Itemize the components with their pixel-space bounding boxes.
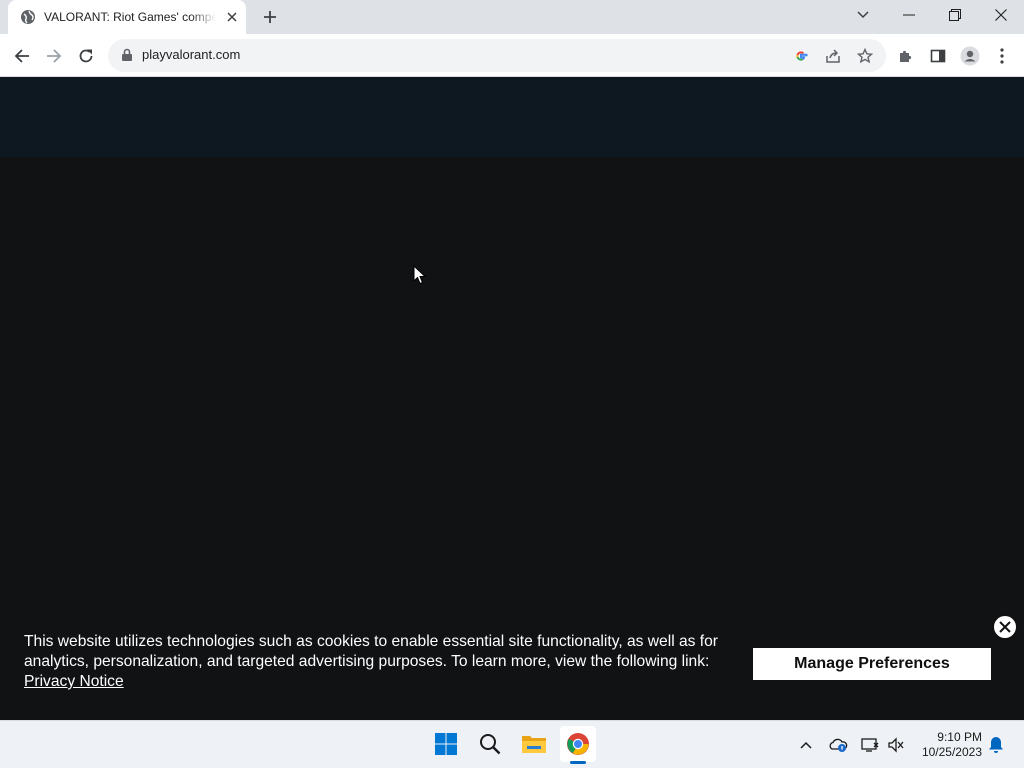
plus-icon[interactable] — [258, 5, 282, 29]
bell-icon[interactable] — [986, 735, 1006, 755]
arrow-right-icon[interactable] — [40, 42, 68, 70]
volume-muted-icon[interactable] — [886, 735, 906, 755]
tab-title: VALORANT: Riot Games' competitive 5v5 ch… — [44, 10, 216, 24]
start-icon[interactable] — [428, 726, 464, 762]
file-explorer-icon[interactable] — [516, 726, 552, 762]
chevron-up-icon[interactable] — [796, 735, 816, 755]
browser-toolbar: playvalorant.com — [0, 34, 1024, 77]
onedrive-icon[interactable] — [828, 735, 848, 755]
lock-icon[interactable] — [120, 48, 134, 62]
profile-icon[interactable] — [956, 42, 984, 70]
clock-time: 9:10 PM — [937, 730, 982, 744]
chevron-down-icon[interactable] — [840, 0, 886, 30]
close-icon[interactable] — [224, 9, 240, 25]
star-icon[interactable] — [854, 45, 876, 67]
active-app-indicator — [570, 761, 586, 764]
globe-icon — [20, 9, 36, 25]
browser-tab[interactable]: VALORANT: Riot Games' competitive 5v5 ch… — [8, 0, 246, 34]
screen: VALORANT: Riot Games' competitive 5v5 ch… — [0, 0, 1024, 768]
puzzle-icon[interactable] — [892, 42, 920, 70]
manage-preferences-button[interactable]: Manage Preferences — [753, 648, 991, 680]
address-bar[interactable]: playvalorant.com — [108, 39, 886, 72]
share-icon[interactable] — [822, 45, 844, 67]
minimize-icon[interactable] — [886, 0, 932, 30]
taskbar: 9:10 PM 10/25/2023 — [0, 720, 1024, 768]
clock-date: 10/25/2023 — [921, 745, 982, 759]
chrome-icon[interactable] — [560, 726, 596, 762]
arrow-left-icon[interactable] — [8, 42, 36, 70]
cookie-text: This website utilizes technologies such … — [24, 632, 724, 692]
network-icon[interactable] — [860, 735, 880, 755]
google-icon[interactable] — [790, 45, 812, 67]
site-header — [0, 77, 1024, 157]
system-clock[interactable]: 9:10 PM 10/25/2023 — [912, 730, 982, 760]
close-window-icon[interactable] — [978, 0, 1024, 30]
page-content: This website utilizes technologies such … — [0, 77, 1024, 720]
privacy-notice-link[interactable]: Privacy Notice — [24, 673, 124, 690]
close-icon[interactable] — [992, 614, 1018, 640]
reload-icon[interactable] — [72, 42, 100, 70]
restore-icon[interactable] — [932, 0, 978, 30]
cookie-message: This website utilizes technologies such … — [24, 633, 718, 670]
cookie-banner: This website utilizes technologies such … — [0, 612, 1024, 720]
mouse-cursor-icon — [413, 264, 427, 285]
url-text[interactable]: playvalorant.com — [142, 47, 240, 62]
tab-strip: VALORANT: Riot Games' competitive 5v5 ch… — [0, 0, 1024, 34]
kebab-menu-icon[interactable] — [988, 42, 1016, 70]
search-icon[interactable] — [472, 726, 508, 762]
side-panel-icon[interactable] — [924, 42, 952, 70]
